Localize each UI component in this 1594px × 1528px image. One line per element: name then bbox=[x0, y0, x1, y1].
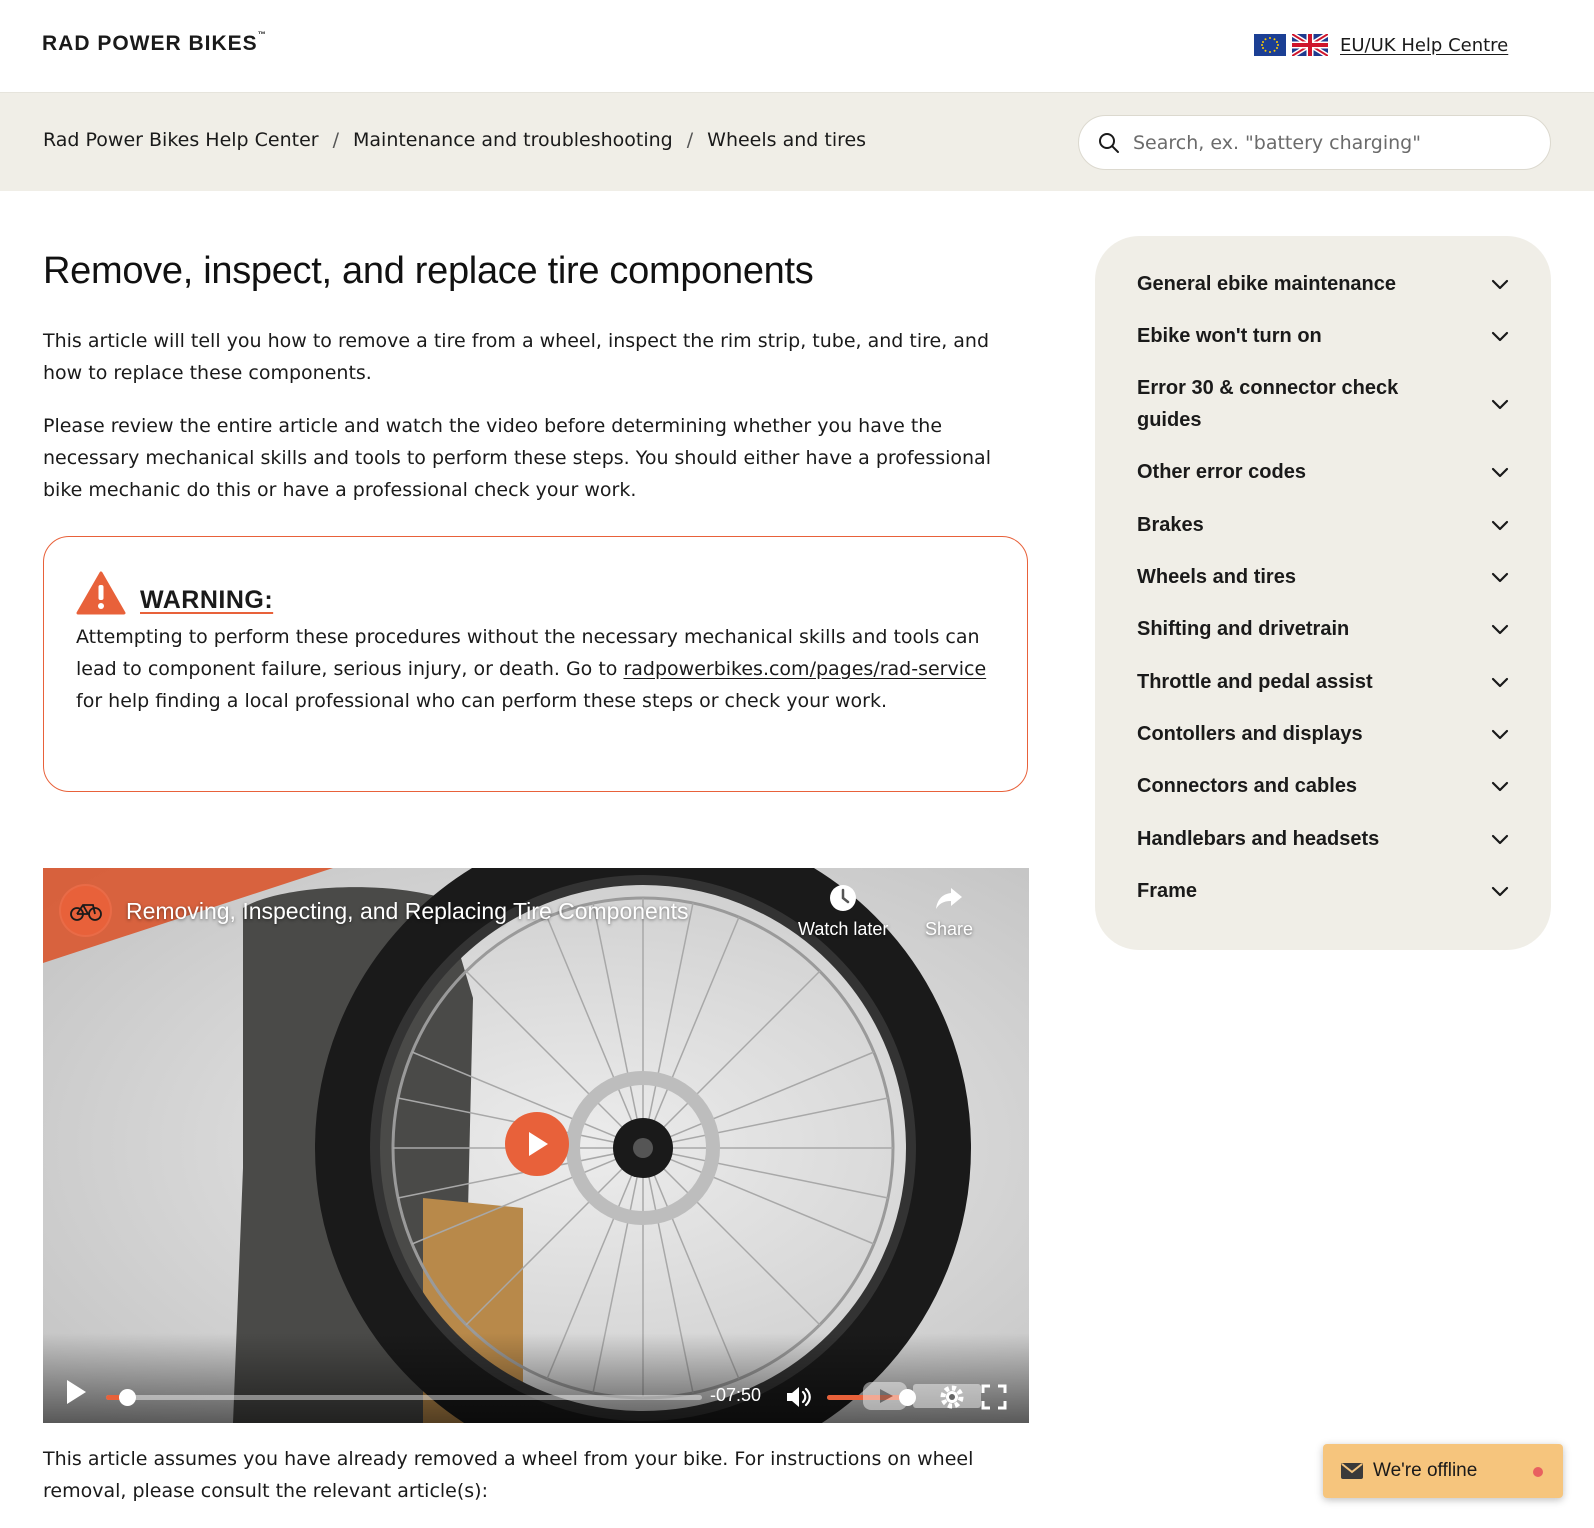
play-icon bbox=[529, 1132, 548, 1156]
sidebar-item-label: Shifting and drivetrain bbox=[1137, 618, 1350, 640]
uk-flag-icon bbox=[1292, 34, 1328, 56]
sidebar-item[interactable]: Error 30 & connector check guides bbox=[1137, 362, 1511, 446]
sidebar-item[interactable]: Brakes bbox=[1137, 498, 1511, 551]
sidebar-item-label: Frame bbox=[1137, 880, 1198, 902]
breadcrumb-item-maintenance[interactable]: Maintenance and troubleshooting bbox=[353, 129, 673, 151]
warning-header: WARNING: bbox=[76, 571, 995, 615]
sidebar-item-label: Brakes bbox=[1137, 513, 1204, 536]
sidebar-item-label: Wheels and tires bbox=[1137, 566, 1296, 588]
sidebar-item-label: Other error codes bbox=[1137, 461, 1306, 483]
volume-icon[interactable] bbox=[785, 1385, 813, 1409]
warning-text-after: for help finding a local professional wh… bbox=[76, 690, 888, 712]
chevron-down-icon[interactable] bbox=[1489, 461, 1511, 483]
share-label: Share bbox=[925, 919, 974, 939]
chevron-down-icon[interactable] bbox=[1489, 828, 1511, 850]
chevron-down-icon[interactable] bbox=[1489, 775, 1511, 797]
sidebar-item[interactable]: Connectors and cables bbox=[1137, 760, 1511, 812]
sidebar-item[interactable]: Frame bbox=[1137, 865, 1511, 917]
search-box[interactable] bbox=[1078, 115, 1551, 170]
search-input[interactable] bbox=[1133, 131, 1533, 154]
video-title[interactable]: Removing, Inspecting, and Replacing Tire… bbox=[126, 898, 689, 925]
video-player[interactable]: Removing, Inspecting, and Replacing Tire… bbox=[43, 868, 1029, 1423]
breadcrumb-bar: Rad Power Bikes Help Center / Maintenanc… bbox=[0, 93, 1594, 191]
sidebar-item[interactable]: Other error codes bbox=[1137, 446, 1511, 498]
breadcrumb: Rad Power Bikes Help Center / Maintenanc… bbox=[43, 129, 866, 151]
breadcrumb-separator: / bbox=[686, 129, 694, 151]
chevron-down-icon[interactable] bbox=[1489, 514, 1511, 536]
video-controls: -07:50 bbox=[43, 1333, 1029, 1423]
search-icon bbox=[1099, 132, 1119, 153]
article-content: Remove, inspect, and replace tire compon… bbox=[43, 250, 1028, 527]
watch-later-button[interactable]: Watch later bbox=[798, 883, 888, 940]
share-icon bbox=[936, 888, 963, 909]
chevron-down-icon[interactable] bbox=[1489, 671, 1511, 693]
sidebar-item-label: Contollers and displays bbox=[1137, 723, 1363, 745]
clock-icon bbox=[830, 885, 857, 911]
sidebar-item[interactable]: Ebike won't turn on bbox=[1137, 310, 1511, 362]
chat-widget[interactable]: We're offline bbox=[1323, 1444, 1563, 1498]
sidebar-item-label: General ebike maintenance bbox=[1137, 273, 1397, 295]
sidebar-item-label: Connectors and cables bbox=[1137, 775, 1358, 797]
play-button[interactable] bbox=[505, 1112, 569, 1176]
control-play-icon[interactable] bbox=[65, 1379, 87, 1405]
chevron-down-icon[interactable] bbox=[1489, 880, 1511, 902]
sidebar-item-label: Handlebars and headsets bbox=[1137, 827, 1380, 850]
fullscreen-icon[interactable] bbox=[980, 1383, 1008, 1411]
bike-logo-icon bbox=[69, 903, 102, 921]
sidebar-item[interactable]: Handlebars and headsets bbox=[1137, 812, 1511, 865]
logo-text: RAD POWER BIKES bbox=[42, 32, 258, 55]
sidebar-item-label: Error 30 & connector check guides bbox=[1137, 377, 1399, 431]
sidebar-item[interactable]: Wheels and tires bbox=[1137, 551, 1511, 603]
breadcrumb-item-wheels[interactable]: Wheels and tires bbox=[707, 129, 866, 151]
article-intro: This article will tell you how to remove… bbox=[43, 330, 990, 384]
sidebar-item[interactable]: Throttle and pedal assist bbox=[1137, 655, 1511, 708]
breadcrumb-item-help-center[interactable]: Rad Power Bikes Help Center bbox=[43, 129, 319, 151]
settings-gear-icon[interactable] bbox=[938, 1383, 966, 1411]
after-video-text: This article assumes you have already re… bbox=[43, 1448, 974, 1502]
progress-bar[interactable] bbox=[106, 1389, 702, 1406]
article-review-note: Please review the entire article and wat… bbox=[43, 415, 991, 501]
brand-logo[interactable]: RAD POWER BIKES™ bbox=[42, 30, 266, 56]
warning-title: WARNING: bbox=[140, 586, 274, 614]
region-link[interactable]: EU/UK Help Centre bbox=[1340, 35, 1508, 56]
logo-trademark: ™ bbox=[257, 30, 266, 39]
warning-callout: WARNING: Attempting to perform these pro… bbox=[43, 536, 1028, 792]
watch-later-label: Watch later bbox=[798, 919, 889, 939]
chat-status-label: We're offline bbox=[1373, 1460, 1478, 1481]
warning-text: Attempting to perform these procedures w… bbox=[76, 621, 995, 717]
progress-scrubber[interactable] bbox=[118, 1389, 136, 1406]
region-selector[interactable]: EU/UK Help Centre bbox=[1254, 34, 1508, 56]
category-sidebar: General ebike maintenance Ebike won't tur… bbox=[1095, 236, 1551, 950]
offline-status-dot bbox=[1533, 1467, 1543, 1477]
site-header: RAD POWER BIKES™ EU/UK Help Centre bbox=[0, 0, 1594, 93]
sidebar-item[interactable]: General ebike maintenance bbox=[1137, 258, 1511, 310]
chevron-down-icon[interactable] bbox=[1489, 723, 1511, 745]
envelope-icon bbox=[1341, 1463, 1363, 1479]
channel-avatar[interactable] bbox=[59, 884, 112, 937]
share-button[interactable]: Share bbox=[925, 883, 973, 940]
warning-triangle-icon bbox=[76, 571, 126, 615]
sidebar-item[interactable]: Shifting and drivetrain bbox=[1137, 603, 1511, 655]
sidebar-item[interactable]: Contollers and displays bbox=[1137, 708, 1511, 760]
chevron-down-icon[interactable] bbox=[1489, 393, 1511, 415]
chevron-down-icon[interactable] bbox=[1489, 273, 1511, 295]
time-remaining: -07:50 bbox=[710, 1385, 762, 1405]
page-title: Remove, inspect, and replace tire compon… bbox=[43, 250, 814, 292]
sidebar-item-label: Throttle and pedal assist bbox=[1137, 670, 1373, 693]
sidebar-item-label: Ebike won't turn on bbox=[1137, 325, 1322, 347]
chevron-down-icon[interactable] bbox=[1489, 566, 1511, 588]
chevron-down-icon[interactable] bbox=[1489, 325, 1511, 347]
rad-service-link[interactable]: radpowerbikes.com/pages/rad-service bbox=[623, 658, 986, 680]
eu-flag-icon bbox=[1254, 34, 1286, 56]
chevron-down-icon[interactable] bbox=[1489, 618, 1511, 640]
breadcrumb-separator: / bbox=[332, 129, 339, 151]
